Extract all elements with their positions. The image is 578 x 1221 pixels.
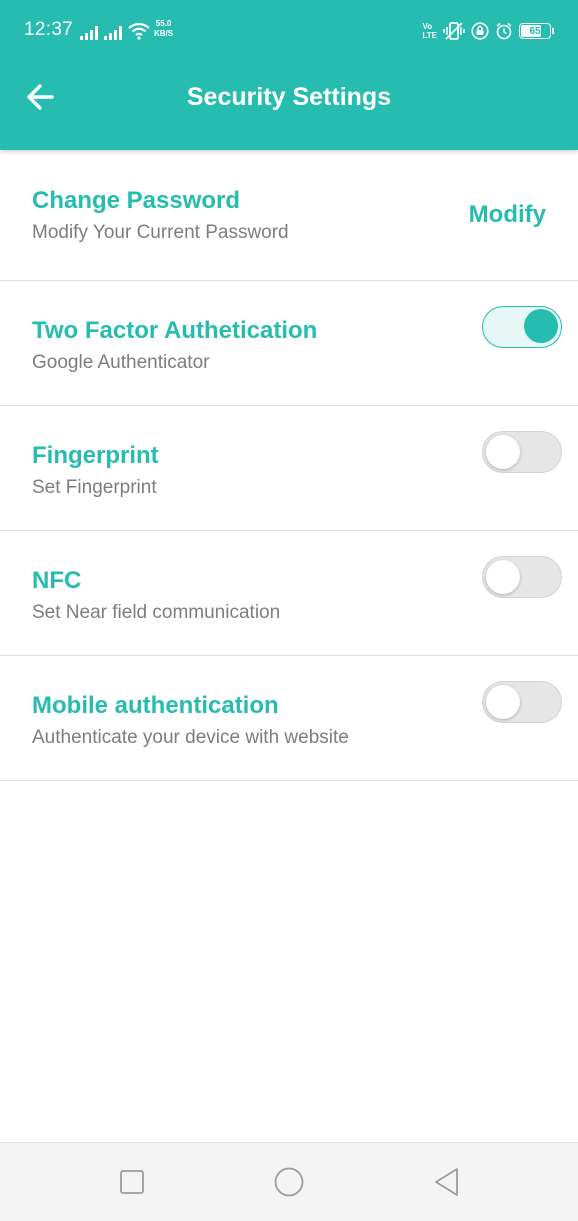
toggle-knob <box>486 435 520 469</box>
setting-title: Change Password <box>32 187 241 214</box>
setting-nfc: NFC Set Near field communication <box>0 531 578 656</box>
setting-title: Fingerprint <box>32 442 159 469</box>
setting-subtitle: Set Fingerprint <box>32 477 157 498</box>
alarm-icon <box>495 22 513 40</box>
setting-change-password[interactable]: Change Password Modify Your Current Pass… <box>0 150 578 281</box>
fingerprint-toggle[interactable] <box>482 431 562 473</box>
net-speed-unit: KB/S <box>154 29 174 38</box>
setting-two-factor: Two Factor Authetication Google Authenti… <box>0 281 578 406</box>
nfc-toggle[interactable] <box>482 556 562 598</box>
recents-button[interactable] <box>115 1165 149 1199</box>
status-left-icons <box>80 20 150 40</box>
status-time: 12:37 <box>24 19 74 40</box>
setting-subtitle: Google Authenticator <box>32 352 210 373</box>
home-circle-icon <box>274 1167 304 1197</box>
status-bar: 12:37 55.0 KB/S Vo LTE 65 <box>0 0 578 60</box>
setting-mobile-authentication: Mobile authentication Authenticate your … <box>0 656 578 781</box>
setting-title: NFC <box>32 567 82 594</box>
setting-fingerprint: Fingerprint Set Fingerprint <box>0 406 578 531</box>
page-title: Security Settings <box>186 83 392 111</box>
setting-title: Mobile authentication <box>32 692 279 719</box>
signal-icon <box>104 24 122 40</box>
app-header: 12:37 55.0 KB/S Vo LTE 65 Security Setti… <box>0 0 578 150</box>
mobile-authentication-toggle[interactable] <box>482 681 562 723</box>
vibrate-icon <box>443 21 465 41</box>
toggle-knob <box>486 560 520 594</box>
signal-icon <box>80 24 98 40</box>
home-button[interactable] <box>272 1165 306 1199</box>
battery-level: 65 <box>529 25 541 37</box>
battery-tip <box>552 28 554 34</box>
back-nav-button[interactable] <box>430 1165 464 1199</box>
battery-icon: 65 <box>519 23 551 39</box>
volte-indicator: Vo LTE <box>422 22 437 40</box>
net-speed-value: 55.0 <box>155 19 172 28</box>
net-speed: 55.0 KB/S <box>154 19 173 39</box>
status-right-icons: Vo LTE 65 <box>422 20 554 42</box>
settings-list: Change Password Modify Your Current Pass… <box>0 150 578 781</box>
volte-top: Vo <box>422 22 433 31</box>
volte-bottom: LTE <box>422 31 437 40</box>
modify-password-link[interactable]: Modify <box>469 201 546 229</box>
setting-title: Two Factor Authetication <box>32 317 318 344</box>
wifi-icon <box>128 22 150 40</box>
toggle-knob <box>486 685 520 719</box>
lock-icon <box>471 22 489 40</box>
toggle-knob <box>524 309 558 343</box>
two-factor-toggle[interactable] <box>482 306 562 348</box>
setting-subtitle: Authenticate your device with website <box>32 727 349 748</box>
setting-subtitle: Modify Your Current Password <box>32 222 289 243</box>
recents-square-icon <box>120 1170 144 1194</box>
setting-subtitle: Set Near field communication <box>32 602 281 623</box>
system-nav-bar <box>0 1142 578 1221</box>
back-triangle-icon <box>435 1168 458 1196</box>
